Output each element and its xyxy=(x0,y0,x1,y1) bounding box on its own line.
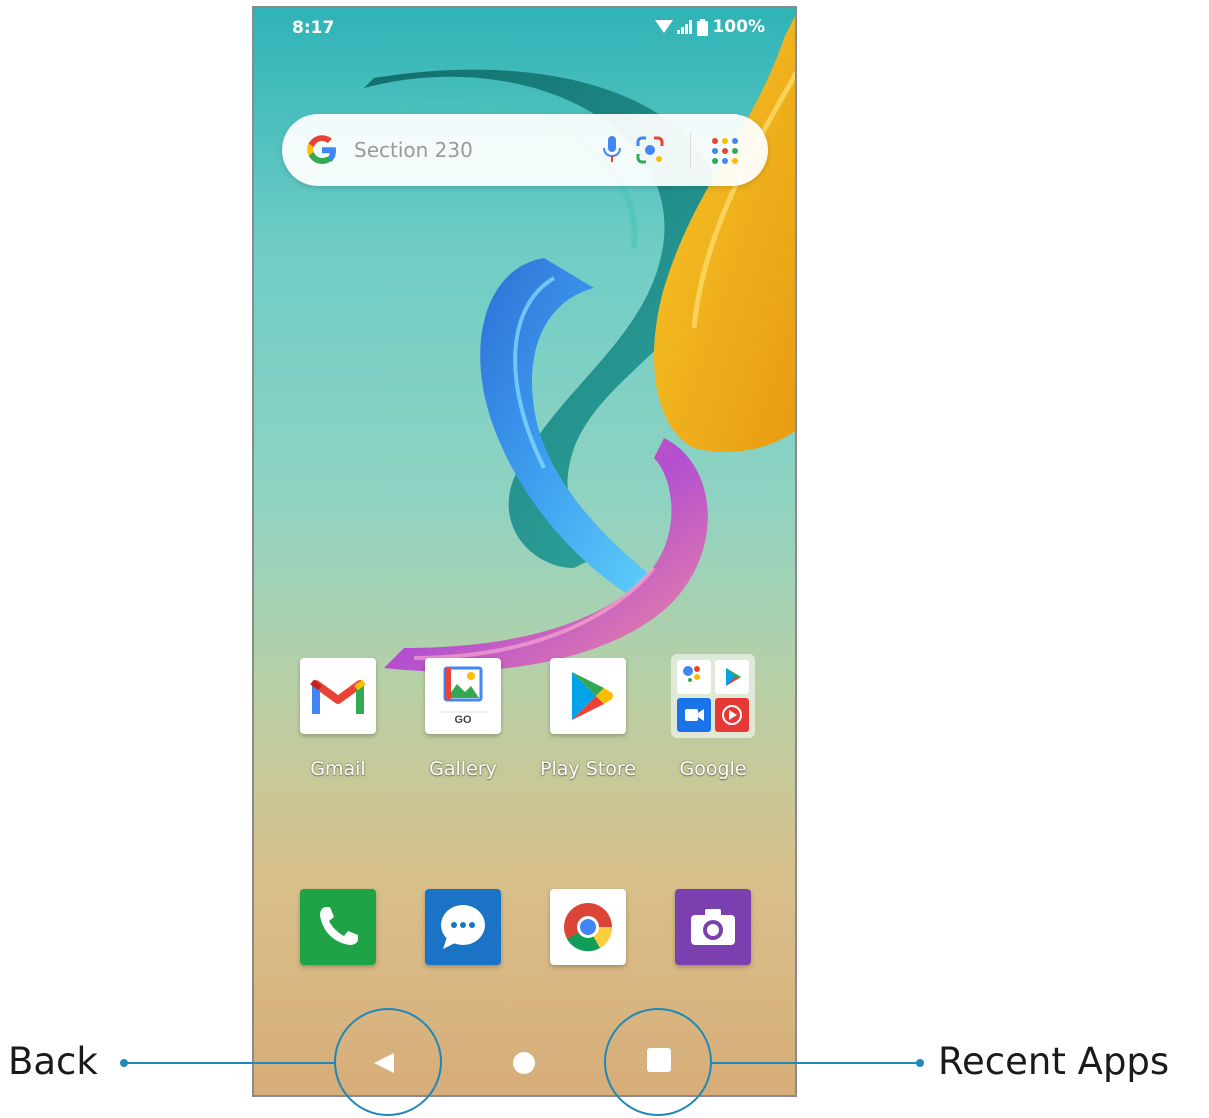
camera-icon xyxy=(691,909,735,945)
battery-icon xyxy=(697,18,709,36)
app-label-gmail: Gmail xyxy=(310,758,366,780)
google-search-bar[interactable]: Section 230 xyxy=(282,114,768,186)
app-label-play-store: Play Store xyxy=(540,758,636,780)
back-callout-line xyxy=(124,1062,336,1064)
back-callout-label: Back xyxy=(8,1040,98,1083)
gallery-go-icon: GO xyxy=(425,658,501,734)
app-label-google: Google xyxy=(679,758,747,780)
status-time: 8:17 xyxy=(292,18,335,38)
google-folder-icon xyxy=(671,654,755,738)
status-bar: 8:17 100% xyxy=(254,8,795,48)
google-g-icon xyxy=(307,135,336,164)
app-grid-icon[interactable] xyxy=(710,136,740,166)
gmail-icon xyxy=(300,658,376,734)
search-input[interactable]: Section 230 xyxy=(354,138,473,162)
chrome-icon xyxy=(564,903,613,952)
back-callout-circle xyxy=(334,1008,442,1116)
app-play-store[interactable]: Play Store xyxy=(538,658,638,780)
play-go-icon xyxy=(715,660,749,694)
app-gallery[interactable]: GO Gallery xyxy=(413,658,513,780)
gallery-go-badge: GO xyxy=(454,714,472,726)
app-label-gallery: Gallery xyxy=(429,758,497,780)
battery-percent: 100% xyxy=(712,17,765,37)
wifi-icon xyxy=(655,20,674,33)
dock-messages[interactable] xyxy=(425,889,501,965)
recent-callout-label: Recent Apps xyxy=(938,1040,1170,1083)
search-divider xyxy=(690,132,691,168)
dock-camera[interactable] xyxy=(675,889,751,965)
phone-screen: 8:17 100% Section 230 Gmail GO Gallery P… xyxy=(252,6,797,1097)
phone-icon xyxy=(320,907,358,945)
dock-phone[interactable] xyxy=(300,889,376,965)
play-store-icon xyxy=(550,658,626,734)
recent-callout-line xyxy=(710,1062,920,1064)
youtube-go-icon xyxy=(715,698,749,732)
app-gmail[interactable]: Gmail xyxy=(288,658,388,780)
mic-icon[interactable] xyxy=(600,134,624,166)
assistant-go-icon xyxy=(677,660,711,694)
signal-icon xyxy=(677,20,693,34)
recent-callout-circle xyxy=(604,1008,712,1116)
recent-callout-dot xyxy=(916,1059,924,1067)
duo-icon xyxy=(677,698,711,732)
dock-chrome[interactable] xyxy=(550,889,626,965)
app-google-folder[interactable]: Google xyxy=(663,654,763,780)
messages-icon xyxy=(441,905,485,949)
google-lens-icon[interactable] xyxy=(634,134,666,166)
home-circle-icon[interactable] xyxy=(513,1052,535,1074)
